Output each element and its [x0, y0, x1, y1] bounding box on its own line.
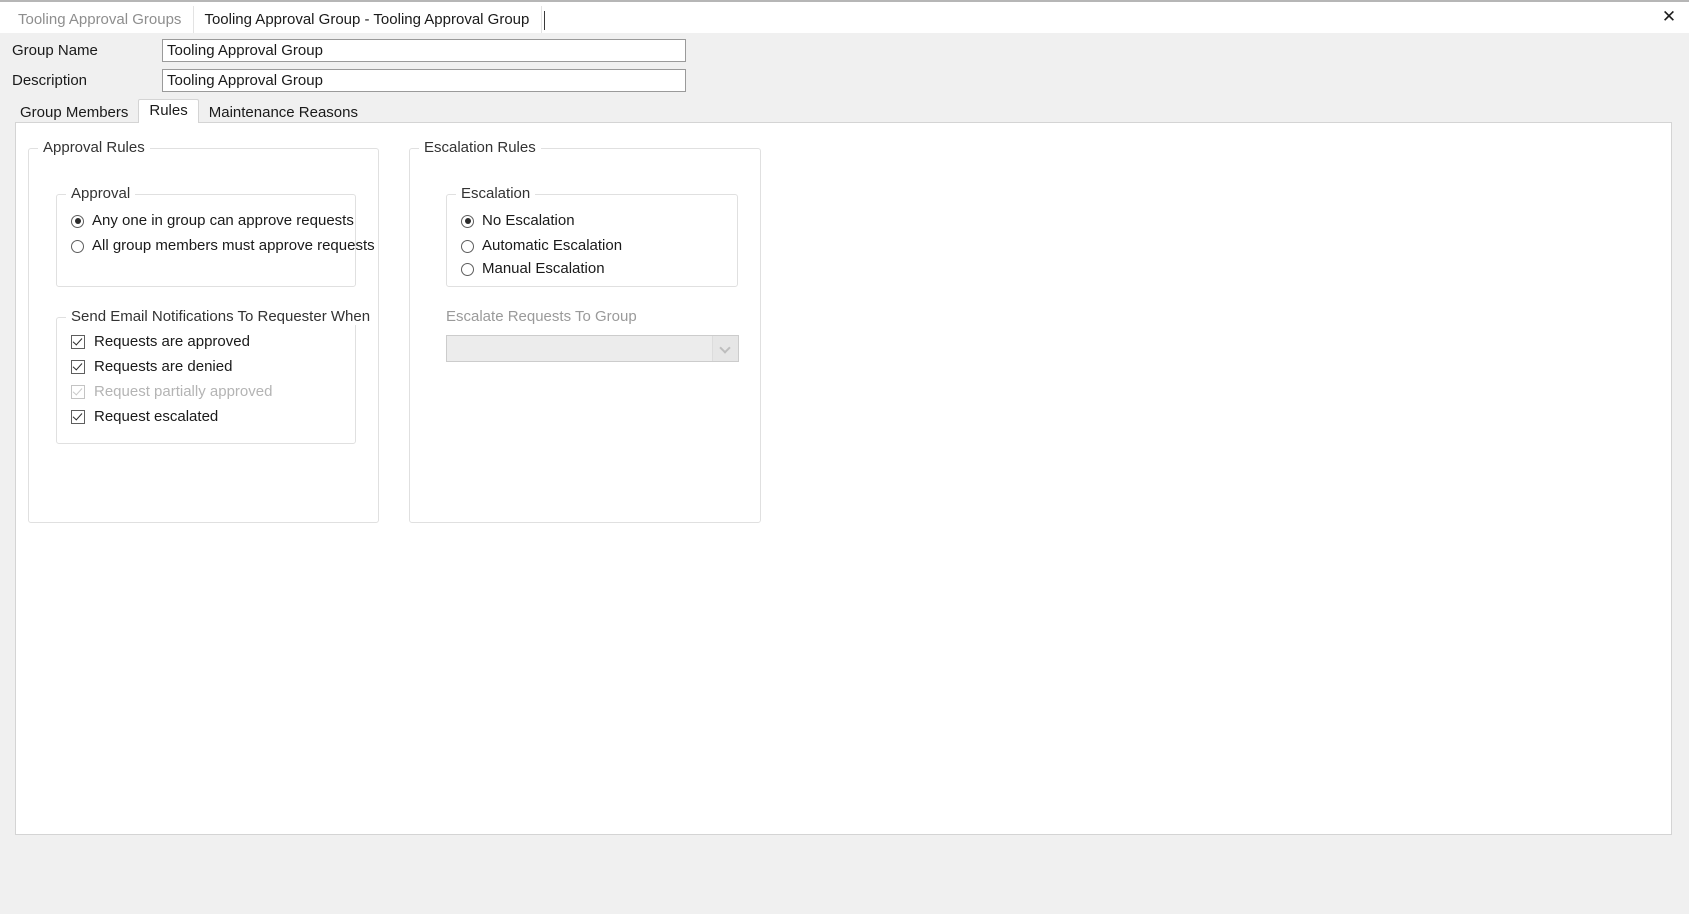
escalation-group: Escalation No Escalation Automatic Escal… [446, 186, 738, 287]
approval-group: Approval Any one in group can approve re… [56, 186, 375, 287]
approval-title: Approval [66, 186, 136, 202]
radio-label: All group members must approve requests [92, 237, 375, 254]
radio-manual-escalation[interactable]: Manual Escalation [461, 258, 605, 280]
rules-tab-panel: Approval Rules Approval Any one in group… [15, 122, 1672, 835]
close-icon[interactable]: ✕ [1658, 6, 1680, 28]
description-label: Description [12, 72, 88, 89]
document-tab-strip: Tooling Approval Groups Tooling Approval… [0, 0, 1689, 33]
checkbox-request-partially-approved: Request partially approved [71, 381, 272, 403]
checkbox-icon [71, 360, 85, 374]
radio-automatic-escalation[interactable]: Automatic Escalation [461, 235, 622, 257]
document-tab-tooling-approval-group-detail[interactable]: Tooling Approval Group - Tooling Approva… [193, 6, 543, 33]
checkbox-icon [71, 410, 85, 424]
radio-any-one-in-group[interactable]: Any one in group can approve requests [71, 210, 354, 232]
tab-label: Rules [149, 102, 188, 119]
checkbox-label: Request partially approved [94, 383, 273, 400]
checkbox-label: Requests are denied [94, 358, 233, 375]
tab-caret [544, 11, 546, 30]
escalate-to-group-dropdown-button [712, 336, 738, 361]
escalate-to-group-value [447, 336, 712, 361]
escalation-rules-group: Escalation Rules Escalation No Escalatio… [409, 140, 761, 523]
radio-icon [461, 214, 474, 228]
escalate-to-group-label: Escalate Requests To Group [446, 308, 637, 325]
radio-icon [71, 214, 84, 228]
tab-group-members[interactable]: Group Members [10, 102, 138, 123]
checkbox-requests-are-denied[interactable]: Requests are denied [71, 356, 232, 378]
tab-label: Group Members [20, 104, 129, 121]
radio-label: No Escalation [482, 212, 575, 229]
radio-all-group-members[interactable]: All group members must approve requests [71, 235, 375, 257]
escalation-title: Escalation [456, 186, 536, 202]
checkbox-icon [71, 385, 85, 399]
radio-label: Any one in group can approve requests [92, 212, 354, 229]
tab-maintenance-reasons[interactable]: Maintenance Reasons [199, 102, 368, 123]
approval-rules-group: Approval Rules Approval Any one in group… [28, 140, 379, 523]
description-input[interactable] [162, 69, 686, 92]
radio-icon [71, 239, 84, 253]
group-name-input[interactable] [162, 39, 686, 62]
email-notifications-title: Send Email Notifications To Requester Wh… [66, 309, 376, 325]
document-tab-label: Tooling Approval Groups [18, 11, 182, 28]
radio-no-escalation[interactable]: No Escalation [461, 210, 575, 232]
radio-icon [461, 262, 474, 276]
checkbox-icon [71, 335, 85, 349]
checkbox-label: Request escalated [94, 408, 219, 425]
tab-rules[interactable]: Rules [138, 99, 199, 123]
chevron-down-icon [721, 344, 730, 353]
email-notifications-group: Send Email Notifications To Requester Wh… [56, 309, 376, 444]
header-fields-area: Group Name Description [0, 33, 1689, 99]
radio-label: Automatic Escalation [482, 237, 623, 254]
application-window: Tooling Approval Groups Tooling Approval… [0, 0, 1689, 914]
checkbox-request-escalated[interactable]: Request escalated [71, 406, 218, 428]
radio-icon [461, 239, 474, 253]
checkbox-label: Requests are approved [94, 333, 250, 350]
radio-label: Manual Escalation [482, 260, 605, 277]
escalate-to-group-select [446, 335, 739, 362]
document-tab-list: Tooling Approval Groups Tooling Approval… [8, 4, 546, 33]
checkbox-requests-are-approved[interactable]: Requests are approved [71, 331, 250, 353]
document-tab-tooling-approval-groups[interactable]: Tooling Approval Groups [8, 6, 194, 33]
escalation-rules-title: Escalation Rules [419, 140, 541, 156]
group-name-label: Group Name [12, 42, 98, 59]
tab-label: Maintenance Reasons [208, 104, 358, 121]
approval-rules-title: Approval Rules [38, 140, 150, 156]
inner-tab-strip: Group Members Rules Maintenance Reasons [10, 99, 1680, 123]
document-tab-label: Tooling Approval Group - Tooling Approva… [204, 11, 530, 28]
